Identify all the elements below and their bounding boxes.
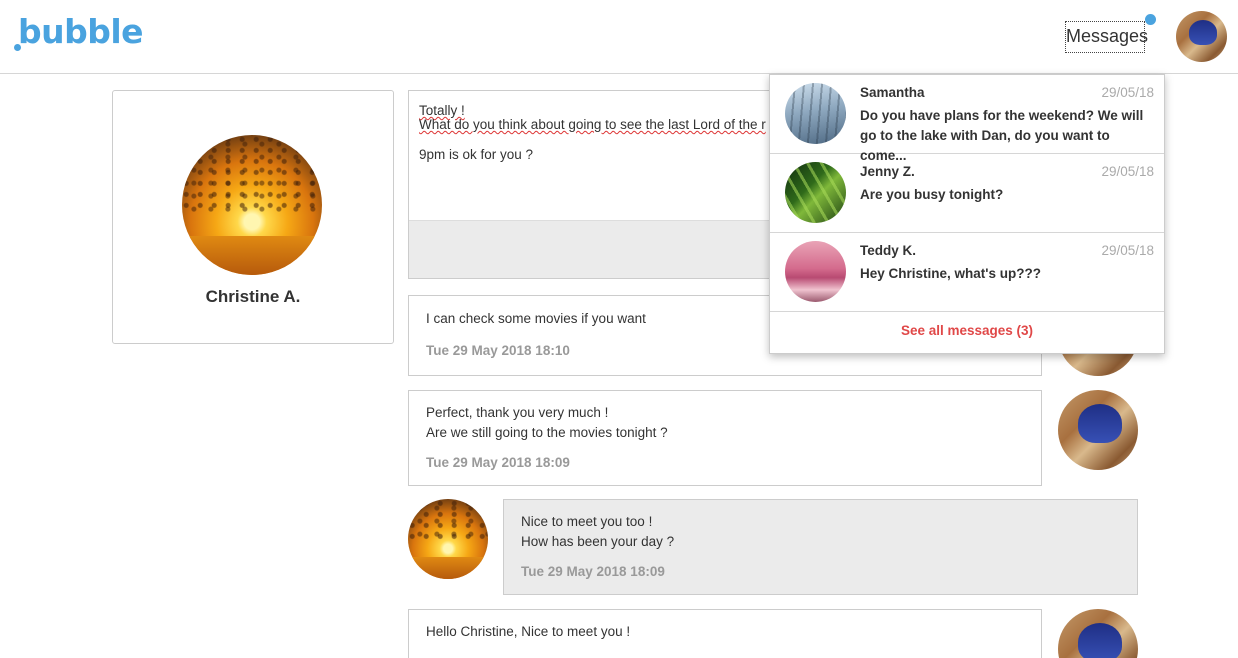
message-text-line: Nice to meet you too !	[521, 514, 653, 529]
dropdown-sender-name: Samantha	[860, 85, 925, 100]
top-nav-bar: bubble Messages	[0, 0, 1238, 74]
message-timestamp: Tue 29 May 2018 18:09	[426, 455, 570, 470]
dropdown-preview-text: Are you busy tonight?	[860, 187, 1004, 202]
contact-profile-card: Christine A.	[112, 90, 394, 344]
dropdown-sender-name: Jenny Z.	[860, 164, 915, 179]
bubble-logo[interactable]: bubble	[14, 12, 144, 54]
logo-text: bubble	[18, 12, 144, 51]
dropdown-date: 29/05/18	[1101, 85, 1154, 100]
dropdown-message-item[interactable]: Jenny Z. 29/05/18 Are you busy tonight?	[770, 154, 1164, 233]
user-avatar[interactable]	[1176, 11, 1227, 62]
message-text-line: I can check some movies if you want	[426, 311, 646, 326]
message-bubble: Hello Christine, Nice to meet you !	[408, 609, 1042, 658]
message-bubble: Perfect, thank you very much ! Are we st…	[408, 390, 1042, 486]
dropdown-sender-name: Teddy K.	[860, 243, 917, 258]
message-text-line: Hello Christine, Nice to meet you !	[426, 624, 631, 639]
messages-dropdown: Samantha 29/05/18 Do you have plans for …	[769, 74, 1165, 354]
dropdown-date: 29/05/18	[1101, 164, 1154, 179]
notification-dot-icon	[1145, 14, 1156, 25]
contact-avatar	[182, 135, 322, 275]
dropdown-message-item[interactable]: Teddy K. 29/05/18 Hey Christine, what's …	[770, 233, 1164, 312]
teddy-avatar	[785, 241, 846, 302]
message-timestamp: Tue 29 May 2018 18:09	[521, 564, 665, 579]
see-all-messages-link[interactable]: See all messages (3)	[770, 323, 1164, 338]
message-text-line: How has been your day ?	[521, 534, 675, 549]
message-bubble-incoming: Nice to meet you too ! How has been your…	[503, 499, 1138, 595]
dropdown-date: 29/05/18	[1101, 243, 1154, 258]
dropdown-message-item[interactable]: Samantha 29/05/18 Do you have plans for …	[770, 75, 1164, 163]
message-text-line: What do you think about going to see the…	[419, 117, 766, 132]
sender-avatar	[1058, 390, 1138, 470]
contact-name: Christine A.	[205, 287, 301, 306]
sender-avatar	[1058, 609, 1138, 658]
contact-message-avatar	[408, 499, 488, 579]
message-timestamp: Tue 29 May 2018 18:10	[426, 343, 570, 358]
message-text-line: Perfect, thank you very much !	[426, 405, 609, 420]
message-text-line: 9pm is ok for you ?	[419, 147, 534, 162]
messages-link[interactable]: Messages	[1065, 21, 1148, 53]
dropdown-preview-text: Hey Christine, what's up???	[860, 266, 1041, 281]
message-text-line: Are we still going to the movies tonight…	[426, 425, 668, 440]
samantha-avatar	[785, 83, 846, 144]
jenny-avatar	[785, 162, 846, 223]
